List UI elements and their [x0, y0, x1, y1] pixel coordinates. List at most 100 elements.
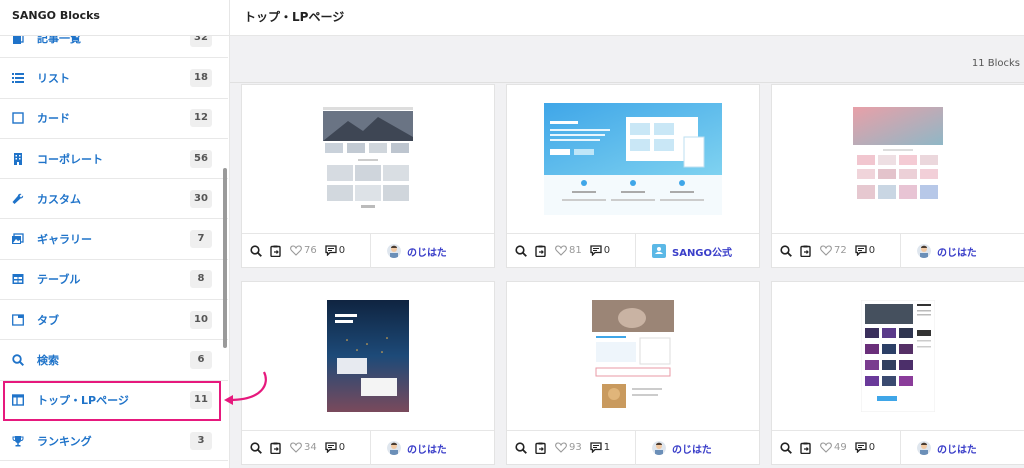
sidebar-item-label: トップ・LPページ	[37, 394, 129, 408]
sidebar-item-label: カスタム	[37, 192, 81, 206]
sidebar-item-top-lp[interactable]: トップ・LPページ 11	[3, 380, 221, 421]
author-name: のじはた	[937, 247, 977, 259]
copy-icon[interactable]	[800, 245, 812, 257]
avatar	[387, 244, 401, 258]
comment-icon	[590, 245, 602, 256]
author-link[interactable]: のじはた	[635, 431, 712, 465]
block-card[interactable]: 93 1 のじはた	[506, 281, 760, 465]
copy-icon[interactable]	[800, 442, 812, 454]
comment-count: 0	[338, 442, 346, 453]
block-thumbnail[interactable]	[772, 282, 1024, 430]
like-count: 49	[834, 442, 847, 453]
comment-button[interactable]: 0	[855, 245, 875, 256]
block-thumbnail[interactable]	[772, 85, 1024, 233]
annotation-arrow-icon	[224, 371, 267, 405]
comment-count: 0	[868, 245, 876, 256]
thumbnail-image	[853, 107, 943, 211]
card-actions: 76 0 のじはた	[242, 233, 494, 268]
sidebar-item-tab[interactable]: タブ 10	[0, 300, 228, 341]
app-title: SANGO Blocks	[0, 0, 229, 36]
heart-icon	[290, 245, 302, 256]
like-button[interactable]: 81	[555, 245, 582, 256]
author-link[interactable]: のじはた	[370, 234, 447, 268]
wrench-icon	[11, 192, 25, 206]
sidebar-item-table[interactable]: テーブル 8	[0, 260, 228, 301]
copy-icon[interactable]	[535, 442, 547, 454]
search-icon[interactable]	[250, 244, 262, 257]
sidebar-item-count: 7	[190, 230, 212, 249]
comment-icon	[325, 245, 337, 256]
block-thumbnail[interactable]	[242, 282, 494, 430]
header: トップ・LPページ	[230, 0, 1024, 36]
comment-icon	[855, 442, 867, 453]
author-name: のじはた	[672, 444, 712, 456]
comment-button[interactable]: 1	[590, 442, 610, 453]
author-name: のじはた	[937, 444, 977, 456]
gallery-icon	[11, 232, 25, 246]
copy-icon[interactable]	[535, 245, 547, 257]
comment-button[interactable]: 0	[325, 442, 345, 453]
author-name: のじはた	[407, 247, 447, 259]
sidebar-item-search[interactable]: 検索 6	[0, 340, 228, 381]
sidebar-item-label: テーブル	[37, 273, 81, 287]
comment-button[interactable]: 0	[855, 442, 875, 453]
block-card[interactable]: 49 0 のじはた	[771, 281, 1024, 465]
block-card[interactable]: 76 0 のじはた	[241, 84, 495, 268]
card-actions: 81 0 SANGO公式	[507, 233, 759, 268]
search-icon[interactable]	[780, 441, 792, 454]
sidebar-item-custom[interactable]: カスタム 30	[0, 179, 228, 220]
thumbnail-image	[592, 300, 674, 412]
list-icon	[11, 71, 25, 85]
like-button[interactable]: 93	[555, 442, 582, 453]
author-link[interactable]: のじはた	[900, 234, 977, 268]
block-thumbnail[interactable]	[507, 85, 759, 233]
like-count: 72	[834, 245, 847, 256]
sidebar-item-corporate[interactable]: コーポレート 56	[0, 139, 228, 180]
sidebar-item-count: 10	[190, 310, 212, 329]
search-icon[interactable]	[250, 441, 262, 454]
comment-button[interactable]: 0	[325, 245, 345, 256]
block-thumbnail[interactable]	[507, 282, 759, 430]
author-link[interactable]: のじはた	[370, 431, 447, 465]
sidebar: 記事一覧 32 リスト 18 カード 12 コーポレート 56 カスタム 30 …	[0, 0, 230, 468]
sidebar-item-count: 3	[190, 431, 212, 450]
author-name: のじはた	[407, 444, 447, 456]
heart-icon	[290, 442, 302, 453]
block-thumbnail[interactable]	[242, 85, 494, 233]
block-card[interactable]: 34 0 のじはた	[241, 281, 495, 465]
comment-button[interactable]: 0	[590, 245, 610, 256]
avatar	[652, 441, 666, 455]
like-button[interactable]: 49	[820, 442, 847, 453]
sidebar-scrollbar[interactable]	[223, 168, 227, 348]
like-button[interactable]: 72	[820, 245, 847, 256]
sidebar-list: 記事一覧 32 リスト 18 カード 12 コーポレート 56 カスタム 30 …	[0, 18, 228, 462]
comment-count: 1	[603, 442, 611, 453]
heart-icon	[820, 245, 832, 256]
block-card[interactable]: 81 0 SANGO公式	[506, 84, 760, 268]
sidebar-item-ranking[interactable]: ランキング 3	[0, 421, 228, 462]
search-icon[interactable]	[515, 244, 527, 257]
sidebar-item-label: ギャラリー	[37, 233, 92, 247]
copy-icon[interactable]	[270, 442, 282, 454]
author-link[interactable]: のじはた	[900, 431, 977, 465]
comment-icon	[855, 245, 867, 256]
comment-icon	[325, 442, 337, 453]
thumbnail-image	[323, 107, 413, 211]
like-button[interactable]: 34	[290, 442, 317, 453]
card-actions: 93 1 のじはた	[507, 430, 759, 465]
search-icon[interactable]	[515, 441, 527, 454]
heart-icon	[555, 442, 567, 453]
copy-icon[interactable]	[270, 245, 282, 257]
author-name: SANGO公式	[672, 247, 733, 259]
search-icon[interactable]	[780, 244, 792, 257]
sidebar-item-list[interactable]: リスト 18	[0, 58, 228, 99]
block-card[interactable]: 72 0 のじはた	[771, 84, 1024, 268]
sidebar-item-card[interactable]: カード 12	[0, 99, 228, 139]
comment-count: 0	[868, 442, 876, 453]
heart-icon	[555, 245, 567, 256]
sidebar-item-count: 18	[190, 68, 212, 87]
author-link[interactable]: SANGO公式	[635, 234, 732, 268]
sidebar-item-gallery[interactable]: ギャラリー 7	[0, 219, 228, 260]
like-button[interactable]: 76	[290, 245, 317, 256]
card-actions: 49 0 のじはた	[772, 430, 1024, 465]
